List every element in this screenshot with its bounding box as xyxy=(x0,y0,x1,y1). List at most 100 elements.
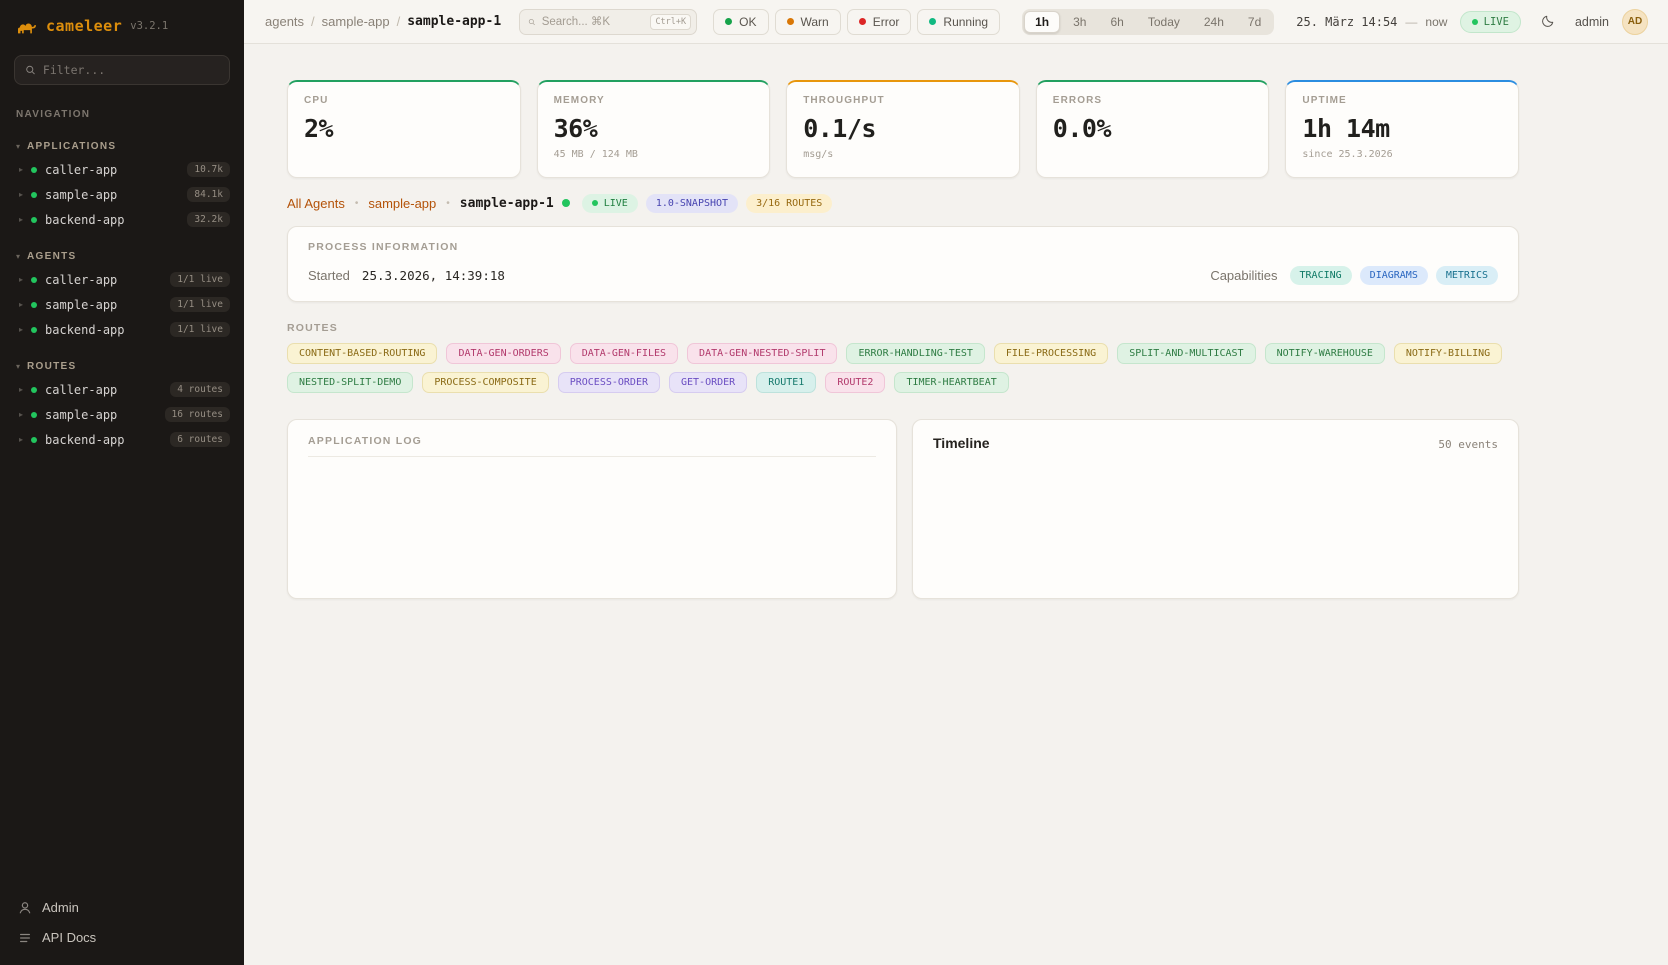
stat-value: 0.0% xyxy=(1053,114,1253,143)
sidebar-section-header[interactable]: ▾ AGENTS xyxy=(0,248,244,267)
time-range-today[interactable]: Today xyxy=(1137,11,1191,33)
pill-label: 3/16 ROUTES xyxy=(756,198,822,209)
time-range-7d[interactable]: 7d xyxy=(1237,11,1272,33)
stat-sub: 45 MB / 124 MB xyxy=(554,149,754,160)
stat-label: THROUGHPUT xyxy=(803,95,1003,106)
route-badge-route2[interactable]: ROUTE2 xyxy=(825,372,885,393)
stat-sub: msg/s xyxy=(803,149,1003,160)
route-badge-split-and-multicast[interactable]: SPLIT-AND-MULTICAST xyxy=(1117,343,1255,364)
sidebar-item-caller-app[interactable]: ▸ caller-app 1/1 live xyxy=(0,267,244,292)
stat-label: MEMORY xyxy=(554,95,754,106)
live-toggle-badge[interactable]: LIVE xyxy=(1460,11,1521,33)
status-label: OK xyxy=(739,15,756,29)
status-dot-icon xyxy=(31,437,37,443)
capability-badges: TRACING DIAGRAMS METRICS xyxy=(1290,266,1498,285)
top-header: agents / sample-app / sample-app-1 Ctrl+… xyxy=(244,0,1668,44)
sidebar-footer: Admin API Docs xyxy=(0,886,244,965)
sidebar-item-caller-app[interactable]: ▸ caller-app 4 routes xyxy=(0,377,244,402)
status-dot-icon xyxy=(31,167,37,173)
item-label: caller-app xyxy=(45,163,179,177)
status-dot-icon xyxy=(31,327,37,333)
timeline-header: Timeline 50 events xyxy=(933,435,1498,451)
item-label: caller-app xyxy=(45,273,162,287)
item-label: sample-app xyxy=(45,188,179,202)
status-filter-warn[interactable]: Warn xyxy=(775,9,841,35)
chevron-down-icon: ▾ xyxy=(16,142,20,151)
section-items: ▸ caller-app 1/1 live ▸ sample-app 1/1 l… xyxy=(0,267,244,342)
date-now-label: now xyxy=(1425,15,1447,29)
status-filter-running[interactable]: Running xyxy=(917,9,1000,35)
status-dot xyxy=(787,18,794,25)
capabilities-group: Capabilities TRACING DIAGRAMS METRICS xyxy=(1210,266,1498,285)
item-badge: 16 routes xyxy=(165,407,230,422)
route-badge-notify-warehouse[interactable]: NOTIFY-WAREHOUSE xyxy=(1265,343,1385,364)
avatar[interactable]: AD xyxy=(1622,9,1648,35)
status-dot-icon xyxy=(31,277,37,283)
status-filter-ok[interactable]: OK xyxy=(713,9,768,35)
time-range-1h[interactable]: 1h xyxy=(1024,11,1060,33)
sidebar-item-sample-app[interactable]: ▸ sample-app 84.1k xyxy=(0,182,244,207)
status-dot-icon xyxy=(31,192,37,198)
route-badge-process-order[interactable]: PROCESS-ORDER xyxy=(558,372,660,393)
sidebar-filter-input[interactable] xyxy=(43,63,219,77)
dark-mode-toggle[interactable] xyxy=(1534,8,1562,36)
item-label: sample-app xyxy=(45,298,162,312)
sidebar-section-routes: ▾ ROUTES ▸ caller-app 4 routes ▸ sample-… xyxy=(0,358,244,452)
sidebar-item-backend-app[interactable]: ▸ backend-app 1/1 live xyxy=(0,317,244,342)
search-shortcut-kbd: Ctrl+K xyxy=(650,14,691,30)
route-badge-route1[interactable]: ROUTE1 xyxy=(756,372,816,393)
sidebar-section-header[interactable]: ▾ APPLICATIONS xyxy=(0,138,244,157)
breadcrumb-sample-app[interactable]: sample-app xyxy=(322,14,390,29)
agent-separator: • xyxy=(446,198,450,209)
timeline-event-count: 50 events xyxy=(1438,438,1498,451)
status-filter-error[interactable]: Error xyxy=(847,9,912,35)
stat-card-errors: ERRORS 0.0% xyxy=(1036,80,1270,178)
route-badge-process-composite[interactable]: PROCESS-COMPOSITE xyxy=(422,372,548,393)
sidebar-item-caller-app[interactable]: ▸ caller-app 10.7k xyxy=(0,157,244,182)
route-badges: CONTENT-BASED-ROUTING DATA-GEN-ORDERS DATA… xyxy=(287,343,1519,393)
global-search-input[interactable] xyxy=(542,16,645,28)
time-range-24h[interactable]: 24h xyxy=(1193,11,1235,33)
chevron-right-icon: ▸ xyxy=(19,275,23,284)
sidebar-item-sample-app[interactable]: ▸ sample-app 1/1 live xyxy=(0,292,244,317)
route-badge-nested-split-demo[interactable]: NESTED-SPLIT-DEMO xyxy=(287,372,413,393)
item-label: backend-app xyxy=(45,213,179,227)
route-badge-error-handling-test[interactable]: ERROR-HANDLING-TEST xyxy=(846,343,984,364)
sidebar-item-sample-app[interactable]: ▸ sample-app 16 routes xyxy=(0,402,244,427)
docs-icon xyxy=(18,931,32,945)
timeline-panel: Timeline 50 events xyxy=(912,419,1519,599)
item-badge: 1/1 live xyxy=(170,272,230,287)
nav-section-label: NAVIGATION xyxy=(0,85,244,122)
stat-value: 2% xyxy=(304,114,504,143)
pill-label: TRACING xyxy=(1300,270,1342,281)
capability-badge-tracing: TRACING xyxy=(1290,266,1352,285)
route-badge-timer-heartbeat[interactable]: TIMER-HEARTBEAT xyxy=(894,372,1008,393)
sidebar-section-header[interactable]: ▾ ROUTES xyxy=(0,358,244,377)
status-label: Warn xyxy=(801,15,829,29)
status-dot xyxy=(859,18,866,25)
sidebar-apidocs-link[interactable]: API Docs xyxy=(18,930,226,945)
route-badge-file-processing[interactable]: FILE-PROCESSING xyxy=(994,343,1108,364)
route-badge-content-based-routing[interactable]: CONTENT-BASED-ROUTING xyxy=(287,343,437,364)
chevron-right-icon: ▸ xyxy=(19,325,23,334)
route-badge-data-gen-files[interactable]: DATA-GEN-FILES xyxy=(570,343,678,364)
app-logo[interactable]: cameleer v3.2.1 xyxy=(0,0,244,47)
breadcrumb-agents[interactable]: agents xyxy=(265,14,304,29)
all-agents-link[interactable]: All Agents xyxy=(287,196,345,211)
sidebar-item-backend-app[interactable]: ▸ backend-app 32.2k xyxy=(0,207,244,232)
route-badge-data-gen-orders[interactable]: DATA-GEN-ORDERS xyxy=(446,343,560,364)
item-badge: 32.2k xyxy=(187,212,230,227)
time-range-3h[interactable]: 3h xyxy=(1062,11,1097,33)
time-range-6h[interactable]: 6h xyxy=(1099,11,1134,33)
agent-badge-1-0-snapshot: 1.0-SNAPSHOT xyxy=(646,194,738,213)
dashboard-content: CPU 2% MEMORY 36% 45 MB / 124 MB THROUGH… xyxy=(287,44,1519,599)
sidebar-admin-link[interactable]: Admin xyxy=(18,900,226,915)
route-badge-notify-billing[interactable]: NOTIFY-BILLING xyxy=(1394,343,1502,364)
chevron-right-icon: ▸ xyxy=(19,385,23,394)
route-badge-data-gen-nested-split[interactable]: DATA-GEN-NESTED-SPLIT xyxy=(687,343,837,364)
route-badge-get-order[interactable]: GET-ORDER xyxy=(669,372,747,393)
agent-app-link[interactable]: sample-app xyxy=(368,196,436,211)
item-badge: 1/1 live xyxy=(170,297,230,312)
sidebar-item-backend-app[interactable]: ▸ backend-app 6 routes xyxy=(0,427,244,452)
routes-title: ROUTES xyxy=(287,322,1519,334)
